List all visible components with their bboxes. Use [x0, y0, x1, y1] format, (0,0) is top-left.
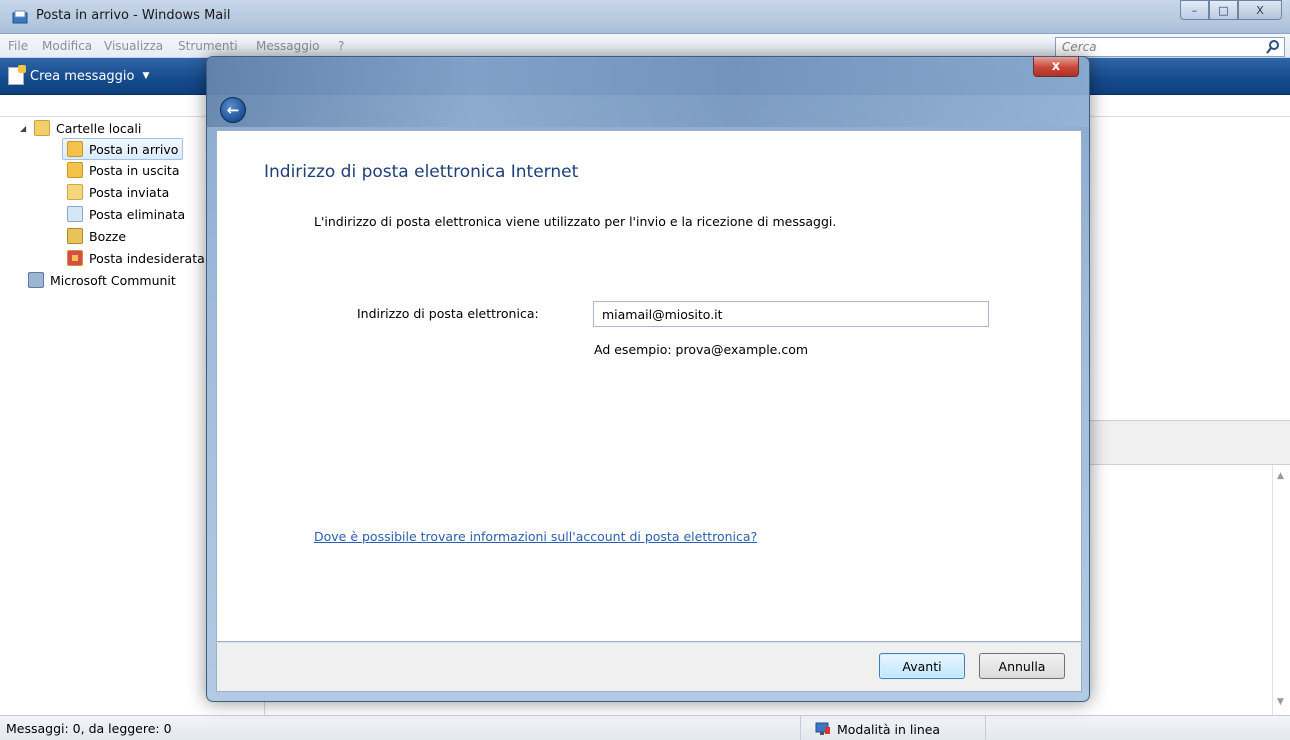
back-arrow-icon[interactable]: ←	[220, 97, 246, 123]
window-controls: – □ X	[1180, 0, 1282, 22]
folder-local-label: Cartelle locali	[56, 120, 142, 136]
menu-messaggio[interactable]: Messaggio	[256, 39, 320, 53]
sent-icon	[67, 184, 83, 200]
menu-file[interactable]: File	[8, 39, 28, 53]
minimize-button[interactable]: –	[1180, 0, 1209, 20]
new-message-icon	[8, 65, 26, 85]
menu-help[interactable]: ?	[338, 39, 344, 53]
menu-strumenti[interactable]: Strumenti	[178, 39, 238, 53]
drafts-icon	[67, 228, 83, 244]
folder-outbox[interactable]: Posta in uscita	[67, 159, 180, 181]
search-box[interactable]: Cerca	[1055, 37, 1285, 57]
status-divider-2	[985, 716, 986, 740]
dialog-heading: Indirizzo di posta elettronica Internet	[264, 162, 579, 182]
dialog-description: L'indirizzo di posta elettronica viene u…	[314, 214, 837, 229]
folder-drafts[interactable]: Bozze	[67, 225, 126, 247]
window-titlebar: Posta in arrivo - Windows Mail – □ X	[0, 0, 1290, 34]
windows-mail-icon	[12, 10, 28, 24]
help-link[interactable]: Dove è possibile trovare informazioni su…	[314, 529, 757, 544]
account-wizard-dialog: x ← Indirizzo di posta elettronica Inter…	[206, 56, 1090, 702]
email-field-label: Indirizzo di posta elettronica:	[357, 306, 539, 321]
junk-icon	[67, 250, 83, 266]
folder-inbox-label: Posta in arrivo	[89, 141, 179, 157]
window-title: Posta in arrivo - Windows Mail	[36, 8, 231, 23]
menu-visualizza[interactable]: Visualizza	[104, 39, 163, 53]
next-button[interactable]: Avanti	[879, 653, 965, 679]
folder-junk-label: Posta indesiderata	[89, 250, 205, 266]
folder-communities[interactable]: Microsoft Communit	[28, 269, 176, 291]
email-example: Ad esempio: prova@example.com	[594, 342, 809, 357]
dialog-footer: Avanti Annulla	[216, 642, 1082, 692]
new-message-button[interactable]: Crea messaggio ▼	[8, 65, 149, 85]
preview-header	[1090, 420, 1290, 465]
folder-communities-label: Microsoft Communit	[50, 272, 176, 288]
local-folders-icon	[34, 120, 50, 136]
menu-modifica[interactable]: Modifica	[42, 39, 92, 53]
communities-icon	[28, 272, 44, 288]
scroll-down-icon[interactable]: ▼	[1277, 697, 1284, 707]
chevron-down-icon[interactable]: ▼	[142, 71, 149, 81]
inbox-icon	[67, 141, 83, 157]
email-field[interactable]	[593, 301, 989, 327]
folder-sent[interactable]: Posta inviata	[67, 181, 169, 203]
outbox-icon	[67, 162, 83, 178]
status-messages: Messaggi: 0, da leggere: 0	[6, 721, 172, 736]
folder-local[interactable]: ◢ Cartelle locali	[0, 117, 141, 139]
folder-drafts-label: Bozze	[89, 228, 127, 244]
folder-deleted[interactable]: Posta eliminata	[67, 203, 185, 225]
expand-triangle-icon[interactable]: ◢	[20, 124, 34, 133]
online-monitor-icon	[815, 722, 830, 735]
status-bar: Messaggi: 0, da leggere: 0 Modalità in l…	[0, 715, 1290, 740]
folder-junk[interactable]: Posta indesiderata	[67, 247, 205, 269]
search-icon[interactable]	[1265, 39, 1281, 55]
status-mode: Modalità in linea	[837, 721, 941, 737]
new-message-label: Crea messaggio	[30, 68, 135, 84]
dialog-close-button[interactable]: x	[1033, 57, 1079, 77]
trash-icon	[67, 206, 83, 222]
maximize-button[interactable]: □	[1209, 0, 1238, 20]
status-divider	[800, 716, 801, 740]
search-input[interactable]: Cerca	[1062, 40, 1097, 54]
folder-deleted-label: Posta eliminata	[89, 206, 186, 222]
dialog-glass-header	[207, 57, 1089, 127]
scroll-up-icon[interactable]: ▲	[1277, 471, 1284, 481]
folder-outbox-label: Posta in uscita	[89, 162, 180, 178]
folder-inbox[interactable]: Posta in arrivo	[62, 138, 184, 160]
status-online: Modalità in linea	[815, 721, 940, 737]
dialog-content: Indirizzo di posta elettronica Internet …	[216, 130, 1082, 642]
cancel-button[interactable]: Annulla	[979, 653, 1065, 679]
folder-sent-label: Posta inviata	[89, 184, 170, 200]
scrollbar[interactable]: ▲ ▼	[1272, 465, 1290, 715]
close-button[interactable]: X	[1238, 0, 1282, 20]
